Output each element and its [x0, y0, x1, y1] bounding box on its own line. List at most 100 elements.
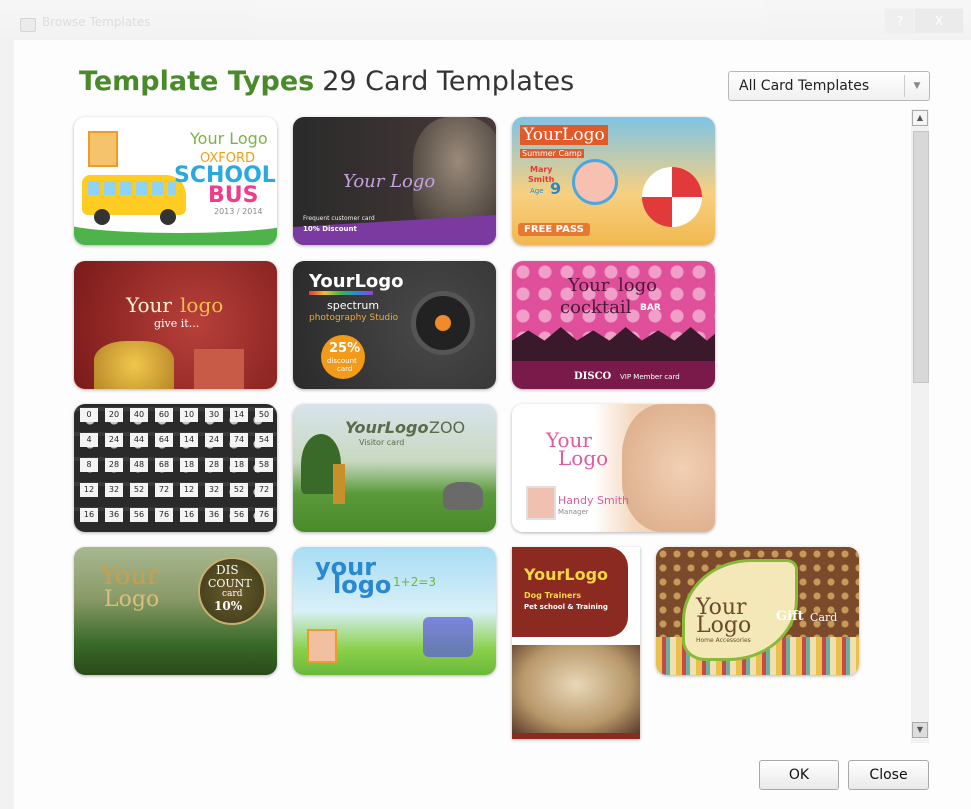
template-card-restaurant[interactable]: Your Logo DIS COUNT card 10%: [74, 547, 277, 675]
card-text: 9: [550, 179, 562, 198]
template-filter-dropdown[interactable]: All Card Templates ▼: [728, 71, 930, 101]
grid-number: 76: [155, 508, 173, 522]
grid-number: 24: [105, 433, 123, 447]
card-text: Your Logo: [343, 171, 436, 192]
grid-number: 8: [80, 458, 98, 472]
card-text: YourLogo: [524, 565, 609, 584]
template-card-beauty[interactable]: Your Logo Handy Smith Manager: [512, 404, 715, 532]
browse-templates-dialog: Browse Templates ? X Template Types 29 Ca…: [0, 0, 971, 809]
grid-number: 36: [105, 508, 123, 522]
grid-number: 4: [80, 433, 98, 447]
card-text: YourLogo: [309, 271, 404, 292]
ok-button[interactable]: OK: [759, 760, 839, 790]
card-text: 25%: [329, 341, 361, 356]
card-text: give it...: [154, 317, 200, 330]
card-text: Manager: [558, 508, 589, 516]
grid-number: 30: [205, 408, 223, 422]
card-text: YourLogo: [520, 125, 608, 145]
grid-number: 52: [130, 483, 148, 497]
template-card-spa[interactable]: Your Logo Frequent customer card 10% Dis…: [293, 117, 496, 245]
grid-number: 56: [130, 508, 148, 522]
grid-number: 16: [80, 508, 98, 522]
grid-number: 68: [155, 458, 173, 472]
grid-number: 40: [130, 408, 148, 422]
card-text: Handy Smith: [558, 494, 630, 507]
grid-number: 0: [80, 408, 98, 422]
grid-number: 18: [180, 458, 198, 472]
card-text: Dog Trainers: [524, 591, 582, 600]
grid-number: 14: [230, 408, 248, 422]
grid-number: 72: [155, 483, 173, 497]
grid-number: 20: [105, 408, 123, 422]
grid-number: 44: [130, 433, 148, 447]
window-border: [0, 40, 14, 809]
template-card-zoo[interactable]: YourLogo ZOO Visitor card: [293, 404, 496, 532]
grid-number: 24: [205, 433, 223, 447]
card-text: Logo: [558, 446, 609, 470]
filter-value: All Card Templates: [739, 78, 870, 94]
card-text: Home Accessories: [696, 637, 751, 644]
grid-number: 58: [255, 458, 273, 472]
template-count: 29 Card Templates: [322, 66, 575, 97]
grid-number: 56: [230, 508, 248, 522]
card-text: Your Logo: [190, 129, 268, 148]
card-text: card: [337, 365, 353, 373]
app-icon: [20, 18, 36, 32]
scroll-down-icon[interactable]: ▼: [912, 722, 928, 738]
template-card-cocktail-bar[interactable]: Your logo cocktail BAR DISCO VIP Member …: [512, 261, 715, 389]
grid-number: 32: [105, 483, 123, 497]
template-card-kids[interactable]: your logo 1+2=3: [293, 547, 496, 675]
card-text: Your: [568, 275, 610, 296]
template-list-scrollbar[interactable]: ▲ ▼: [911, 109, 929, 743]
window-close-button[interactable]: X: [914, 8, 964, 34]
grid-number: 36: [205, 508, 223, 522]
card-text: logo: [333, 571, 392, 599]
scroll-up-icon[interactable]: ▲: [912, 110, 928, 126]
card-text: DIS: [216, 563, 239, 577]
window-title: Browse Templates: [42, 15, 151, 29]
grid-number: 48: [130, 458, 148, 472]
card-text: YourLogo: [345, 418, 429, 437]
card-text: DISCO: [574, 371, 612, 382]
grid-number: 28: [105, 458, 123, 472]
template-card-number-grid[interactable]: 0 20 40 60 10 30 14 50 4 24 44 64 14 24 74 54 8 28 48 68 18 2…: [74, 404, 277, 532]
help-button[interactable]: ?: [884, 8, 916, 34]
template-card-gift-card[interactable]: Your Logo Gift Card Home Accessories: [656, 547, 859, 675]
card-text: BUS: [208, 183, 259, 208]
chevron-down-icon[interactable]: ▼: [904, 75, 929, 97]
card-text: ZOO: [429, 418, 466, 437]
scrollbar-thumb[interactable]: [913, 131, 929, 383]
card-text: Pet school & Training: [524, 603, 608, 611]
card-text: photography Studio: [309, 313, 399, 323]
card-text: card: [222, 589, 243, 599]
grid-number: 28: [205, 458, 223, 472]
card-text: Logo: [104, 587, 160, 612]
page-title: Template Types: [79, 66, 315, 97]
grid-number: 72: [255, 483, 273, 497]
title-bar: Browse Templates ? X: [0, 0, 971, 40]
card-text: FREE PASS: [518, 223, 590, 236]
card-text: 2013 / 2014: [214, 207, 263, 216]
card-text: Visitor card: [359, 438, 405, 447]
template-card-gift[interactable]: Your logo give it...: [74, 261, 277, 389]
grid-number: 50: [255, 408, 273, 422]
card-text: Mary: [530, 165, 553, 174]
page-heading: Template Types 29 Card Templates: [79, 66, 574, 97]
close-button[interactable]: Close: [848, 760, 929, 790]
template-card-photography[interactable]: YourLogo spectrum photography Studio 25%…: [293, 261, 496, 389]
card-text: Summer Camp: [520, 149, 584, 158]
template-card-school-bus[interactable]: Your Logo OXFORD SCHOOL BUS 2013 / 2014: [74, 117, 277, 245]
grid-number: 64: [155, 433, 173, 447]
grid-number: 12: [80, 483, 98, 497]
grid-number: 14: [180, 433, 198, 447]
card-text: VIP Member card: [620, 373, 680, 381]
card-text: Frequent customer card: [303, 215, 375, 222]
grid-number: 76: [255, 508, 273, 522]
template-card-summer-camp[interactable]: YourLogo Summer Camp Mary Smith Age 9 FR…: [512, 117, 715, 245]
template-card-dog-trainer[interactable]: YourLogo Dog Trainers Pet school & Train…: [512, 547, 640, 739]
card-text: Logo: [696, 613, 752, 638]
grid-number: 32: [205, 483, 223, 497]
card-text: cocktail: [560, 297, 632, 318]
card-text: logo: [618, 275, 657, 296]
card-text: Gift: [776, 609, 804, 624]
